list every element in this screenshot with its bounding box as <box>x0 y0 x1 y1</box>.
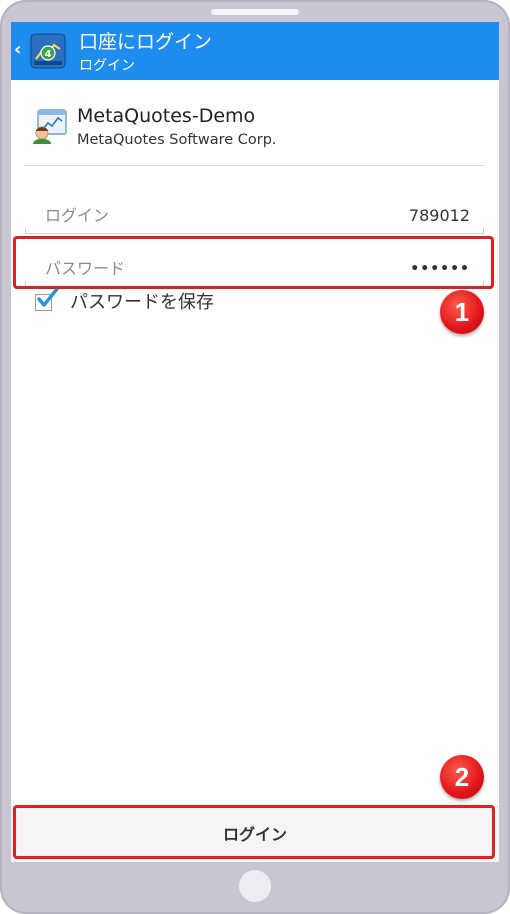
password-field[interactable]: パスワード •••••• <box>25 251 484 287</box>
phone-frame: ‹ 4 口座にログイン ログイン MetaQuotes-Demo MetaQuo… <box>0 0 510 914</box>
action-bar: ‹ 4 口座にログイン ログイン <box>11 22 499 80</box>
step-badge-1: 1 <box>440 290 484 334</box>
server-company: MetaQuotes Software Corp. <box>77 132 277 148</box>
password-field-label: パスワード <box>45 259 126 278</box>
login-button[interactable]: ログイン <box>11 806 499 862</box>
app-screen: ‹ 4 口座にログイン ログイン MetaQuotes-Demo MetaQuo… <box>11 22 499 862</box>
password-field-underline <box>25 281 484 287</box>
page-title: 口座にログイン <box>79 31 213 53</box>
password-field-value[interactable]: •••••• <box>410 259 470 279</box>
step-badge-2: 2 <box>440 755 484 799</box>
divider <box>25 165 484 166</box>
page-subtitle: ログイン <box>79 58 135 74</box>
login-field-underline <box>25 228 484 234</box>
login-field-label: ログイン <box>45 206 110 225</box>
speaker-grille <box>211 9 299 15</box>
login-field[interactable]: ログイン 789012 <box>25 198 484 234</box>
metatrader-icon[interactable]: 4 <box>30 33 66 69</box>
home-button[interactable] <box>239 870 271 902</box>
server-name: MetaQuotes-Demo <box>77 105 256 127</box>
broker-server-icon <box>30 107 70 145</box>
save-password-label: パスワードを保存 <box>70 292 214 313</box>
chevron-left-icon[interactable]: ‹ <box>14 39 21 61</box>
login-field-value[interactable]: 789012 <box>409 206 470 226</box>
svg-text:4: 4 <box>45 49 52 60</box>
save-password-checkbox[interactable]: パスワードを保存 <box>35 287 285 317</box>
checkmark-icon <box>36 287 60 309</box>
